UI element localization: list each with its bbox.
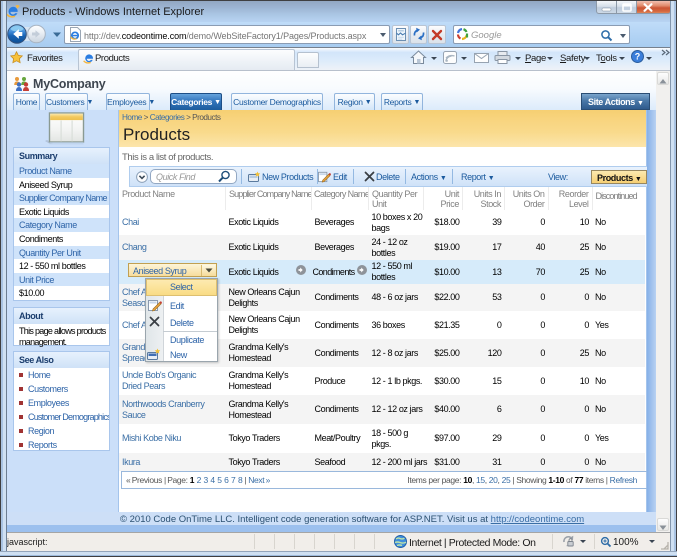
svg-text:?: ? <box>635 52 641 62</box>
